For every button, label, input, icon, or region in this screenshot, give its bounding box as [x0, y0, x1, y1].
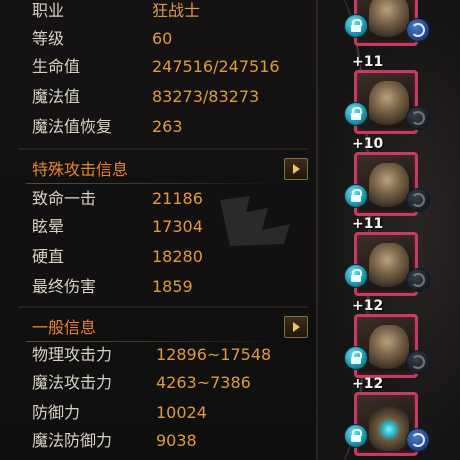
- hp-value: 247516/247516: [152, 57, 280, 76]
- swap-icon[interactable]: [406, 106, 430, 130]
- swap-icon[interactable]: [406, 268, 430, 292]
- mp-label: 魔法值: [32, 87, 81, 106]
- watermark-stamp-icon: [220, 196, 290, 246]
- mag-def-value: 9038: [156, 431, 197, 450]
- equipment-slot[interactable]: +11: [344, 54, 430, 134]
- lock-icon[interactable]: [344, 14, 368, 38]
- level-value: 60: [152, 29, 173, 48]
- lock-icon[interactable]: [344, 424, 368, 448]
- job-value: 狂战士: [152, 1, 201, 20]
- mag-atk-value: 4263~7386: [156, 373, 251, 392]
- final-damage-value: 1859: [152, 277, 193, 296]
- equipment-art-icon: [369, 243, 409, 291]
- lock-icon[interactable]: [344, 346, 368, 370]
- swap-icon[interactable]: [406, 350, 430, 374]
- equipment-slot[interactable]: +12: [344, 298, 430, 378]
- equipment-slot[interactable]: +11: [344, 216, 430, 296]
- enhance-level: +12: [352, 298, 384, 314]
- equipment-art-icon: [369, 325, 409, 373]
- special-attack-title: 特殊攻击信息: [32, 160, 129, 179]
- equipment-art-icon: [369, 403, 409, 451]
- phys-atk-value: 12896~17548: [156, 345, 272, 364]
- equipment-art-icon: [369, 81, 409, 129]
- enhance-level: +11: [352, 54, 384, 70]
- stiffness-label: 硬直: [32, 247, 65, 266]
- general-header: 一般信息: [0, 314, 316, 342]
- character-stats-window: 职业 狂战士 等级 60 生命值 247516/247516 魔法值 83273…: [0, 0, 460, 460]
- stiffness-value: 18280: [152, 247, 203, 266]
- section-divider: [18, 306, 308, 308]
- stat-row-mp-regen: 魔法值恢复 263: [0, 114, 318, 140]
- final-damage-label: 最终伤害: [32, 277, 97, 296]
- critical-value: 21186: [152, 189, 203, 208]
- enhance-level: +11: [352, 216, 384, 232]
- mag-atk-label: 魔法攻击力: [32, 373, 113, 392]
- mp-regen-label: 魔法值恢复: [32, 117, 113, 136]
- stat-row-level: 等级 60: [0, 26, 318, 52]
- lock-icon[interactable]: [344, 264, 368, 288]
- general-title: 一般信息: [32, 318, 97, 337]
- defense-label: 防御力: [32, 403, 81, 422]
- stun-value: 17304: [152, 217, 203, 236]
- equipment-art-icon: [369, 0, 409, 41]
- special-attack-header: 特殊攻击信息: [0, 156, 316, 184]
- mag-def-label: 魔法防御力: [32, 431, 113, 450]
- stat-row-final-damage: 最终伤害 1859: [0, 274, 318, 300]
- phys-atk-label: 物理攻击力: [32, 345, 113, 364]
- swap-icon[interactable]: [406, 428, 430, 452]
- enhance-level: +10: [352, 136, 384, 152]
- stat-row-job: 职业 狂战士: [0, 0, 318, 24]
- equipment-column: +11 +10 +11 +12 +12: [318, 0, 460, 460]
- swap-icon[interactable]: [406, 188, 430, 212]
- stat-row-defense: 防御力 10024: [0, 400, 318, 426]
- job-label: 职业: [32, 1, 65, 20]
- equipment-slot[interactable]: [344, 0, 430, 46]
- equipment-slot[interactable]: +12: [344, 376, 430, 456]
- stun-label: 眩晕: [32, 217, 65, 236]
- lock-icon[interactable]: [344, 102, 368, 126]
- enhance-level: +12: [352, 376, 384, 392]
- section-underline: [26, 183, 276, 184]
- section-divider: [18, 148, 308, 150]
- level-label: 等级: [32, 29, 65, 48]
- stat-row-mag-atk: 魔法攻击力 4263~7386: [0, 370, 318, 396]
- mp-value: 83273/83273: [152, 87, 260, 106]
- equipment-art-icon: [369, 163, 409, 211]
- equipment-slot[interactable]: +10: [344, 136, 430, 216]
- stat-row-phys-atk: 物理攻击力 12896~17548: [0, 342, 318, 368]
- defense-value: 10024: [156, 403, 207, 422]
- hp-label: 生命值: [32, 57, 81, 76]
- stat-row-hp: 生命值 247516/247516: [0, 54, 318, 80]
- stats-panel: 职业 狂战士 等级 60 生命值 247516/247516 魔法值 83273…: [0, 0, 318, 460]
- swap-icon[interactable]: [406, 18, 430, 42]
- lock-icon[interactable]: [344, 184, 368, 208]
- mp-regen-value: 263: [152, 117, 183, 136]
- stat-row-mag-def: 魔法防御力 9038: [0, 428, 318, 454]
- stat-row-mp: 魔法值 83273/83273: [0, 84, 318, 110]
- critical-label: 致命一击: [32, 189, 97, 208]
